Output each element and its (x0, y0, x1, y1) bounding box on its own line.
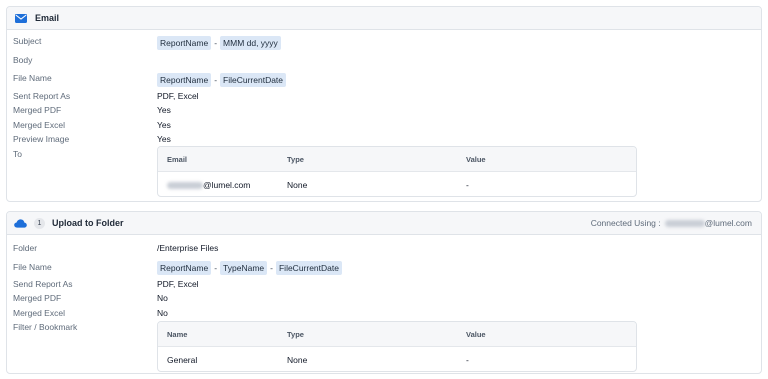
merged-excel-value: Yes (157, 120, 171, 130)
upload-merged-excel-value: No (157, 308, 168, 318)
redacted-text (167, 182, 203, 190)
col-name: Name (167, 330, 188, 339)
filter-table: Name Type Value General None - (157, 321, 637, 372)
file-name-label: File Name (13, 73, 52, 83)
connected-using: Connected Using : @lumel.com (591, 218, 752, 228)
upload-merged-excel-label: Merged Excel (13, 308, 65, 318)
token-separator: - (270, 263, 273, 273)
filter-value-cell: - (466, 355, 469, 365)
upload-card-title: Upload to Folder (52, 218, 124, 228)
file-token-filecurrentdate: FileCurrentDate (220, 73, 287, 87)
subject-token-reportname: ReportName (157, 36, 212, 50)
file-token-reportname: ReportName (157, 261, 212, 275)
mail-icon (15, 13, 27, 23)
merged-excel-label: Merged Excel (13, 120, 65, 130)
email-card-title: Email (35, 13, 60, 23)
table-row[interactable]: General None - (158, 347, 636, 373)
col-value: Value (466, 330, 486, 339)
col-type: Type (287, 155, 304, 164)
subject-token-date-format: MMM dd, yyyy (220, 36, 281, 50)
email-card-header: Email (7, 7, 761, 30)
sent-report-label: Sent Report As (13, 91, 71, 101)
preview-image-value: Yes (157, 134, 171, 144)
recipient-type-cell: None (287, 180, 308, 190)
upload-file-name-value: ReportName - TypeName - FileCurrentDate (157, 261, 342, 275)
token-separator: - (214, 38, 218, 48)
upload-merged-pdf-value: No (157, 293, 168, 303)
file-token-filecurrentdate: FileCurrentDate (275, 261, 342, 275)
send-report-value: PDF, Excel (157, 279, 199, 289)
token-separator: - (214, 263, 218, 273)
col-type: Type (287, 330, 304, 339)
upload-merged-pdf-label: Merged PDF (13, 293, 62, 303)
merged-pdf-value: Yes (157, 105, 171, 115)
redacted-text (664, 219, 705, 227)
recipient-email-cell: @lumel.com (167, 180, 250, 190)
recipients-table: Email Type Value @lumel.com None - (157, 146, 637, 197)
body-label: Body (13, 55, 33, 65)
email-card: Email Subject ReportName - MMM dd, yyyy … (6, 6, 762, 202)
filter-bookmark-label: Filter / Bookmark (13, 322, 78, 332)
filter-name-cell: General (167, 355, 198, 365)
connected-using-label: Connected Using : (590, 218, 661, 228)
folder-value: /Enterprise Files (157, 243, 219, 253)
folder-label: Folder (13, 243, 38, 253)
file-name-value: ReportName - FileCurrentDate (157, 73, 287, 87)
recipient-value-cell: - (466, 180, 469, 190)
step-badge: 1 (34, 217, 45, 229)
col-value: Value (466, 155, 486, 164)
subject-value: ReportName - MMM dd, yyyy (157, 36, 281, 50)
to-label: To (13, 149, 22, 159)
table-row[interactable]: @lumel.com None - (158, 172, 636, 198)
sent-report-value: PDF, Excel (157, 91, 199, 101)
col-email: Email (167, 155, 188, 164)
merged-pdf-label: Merged PDF (13, 105, 62, 115)
connected-account-domain: @lumel.com (704, 218, 752, 228)
recipients-table-header: Email Type Value (158, 147, 636, 172)
filter-type-cell: None (287, 355, 308, 365)
filter-table-header: Name Type Value (158, 322, 636, 347)
cloud-icon (14, 218, 27, 228)
send-report-label: Send Report As (13, 279, 73, 289)
preview-image-label: Preview Image (13, 134, 70, 144)
subject-label: Subject (13, 36, 42, 46)
token-separator: - (214, 75, 218, 85)
upload-card: 1 Upload to Folder Connected Using : @lu… (6, 211, 762, 374)
file-token-typename: TypeName (220, 261, 268, 275)
file-token-reportname: ReportName (157, 73, 212, 87)
upload-card-header: 1 Upload to Folder Connected Using : @lu… (7, 212, 761, 235)
upload-file-name-label: File Name (13, 262, 52, 272)
